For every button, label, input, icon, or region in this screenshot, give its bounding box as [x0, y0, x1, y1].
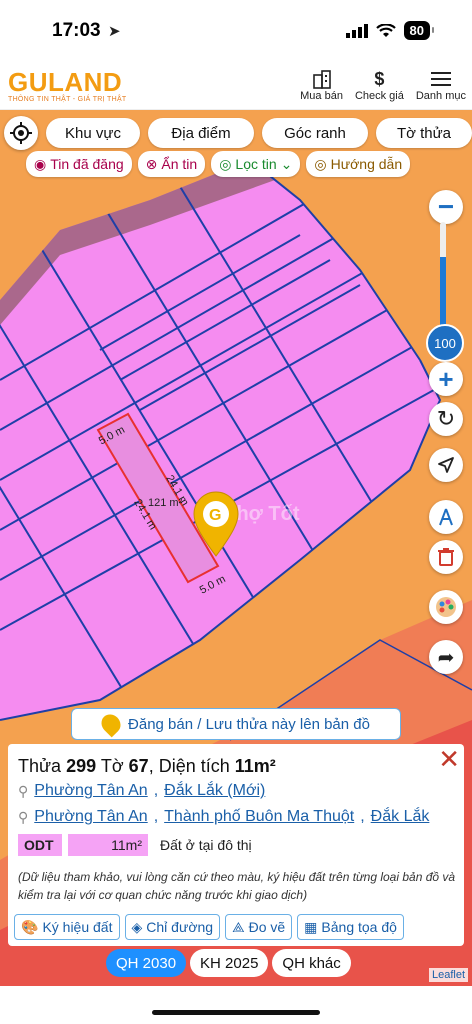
address-line-new: ⚲ Phường Tân An, Đắk Lắk (Mới) — [18, 782, 266, 800]
address-ward-link[interactable]: Phường Tân An — [34, 808, 147, 826]
refresh-button[interactable]: ↻ — [429, 402, 463, 436]
status-time: 17:03 — [52, 20, 101, 41]
chi-duong-button[interactable]: ◈ Chỉ đường — [124, 914, 221, 940]
guide-icon: ◎ — [314, 155, 327, 172]
delete-button[interactable] — [429, 540, 463, 574]
panel-actions: 🎨 Ký hiệu đất ◈ Chỉ đường ⟁ Đo vẽ ▦ Bảng tọa… — [14, 914, 404, 940]
menu-icon — [430, 68, 451, 90]
zoom-slider[interactable] — [440, 222, 446, 338]
do-ve-button[interactable]: ⟁ Đo vẽ — [225, 914, 293, 940]
share-arrow-icon: ➦ — [437, 646, 455, 669]
dollar-icon: $ — [374, 68, 385, 89]
zoom-out-button[interactable]: − — [429, 190, 463, 224]
compass-draw-icon — [439, 508, 453, 526]
guland-logo[interactable]: GULAND THÔNG TIN THẬT - GIÁ TRỊ THẬT — [8, 67, 127, 103]
pin-icon: ◎ — [219, 155, 232, 172]
nav-check-gia[interactable]: $ Check giá — [354, 68, 404, 103]
parcel-title: Thửa 299 Tờ 67, Diện tích 11m² — [18, 756, 276, 776]
navigate-button[interactable] — [429, 448, 463, 482]
directions-icon: ◈ — [131, 918, 143, 935]
land-use-area: 11m² — [68, 834, 148, 856]
filter-row: Khu vực Địa điểm Góc ranh Tờ thửa — [4, 116, 472, 150]
tab-qh-khac[interactable]: QH khác — [272, 949, 351, 977]
filter-goc-ranh[interactable]: Góc ranh — [262, 118, 368, 148]
guland-pin-icon — [97, 710, 125, 738]
map-pin-icon: ⚲ — [18, 782, 29, 799]
address-ward-link[interactable]: Phường Tân An — [34, 782, 147, 800]
filter-to-thua[interactable]: Tờ thửa — [376, 118, 472, 148]
disclaimer-note: (Dữ liệu tham khảo, vui lòng căn cứ theo… — [18, 870, 456, 902]
share-button[interactable]: ➦ — [429, 640, 463, 674]
locate-me-button[interactable] — [4, 116, 38, 150]
nav-danh-muc[interactable]: Danh mục — [416, 68, 466, 102]
palette-icon: 🎨 — [21, 918, 39, 935]
home-indicator[interactable] — [152, 1010, 320, 1015]
land-use-row: ODT 11m² Đất ở tại đô thị — [18, 834, 252, 856]
palette-icon — [436, 597, 456, 617]
chip-label: Lọc tin — [235, 156, 277, 172]
status-icons: 80 — [345, 21, 435, 40]
chip-tin-da-dang[interactable]: ◉ Tin đã đăng — [26, 151, 132, 177]
battery-indicator: 80 — [403, 21, 435, 40]
chip-label: Ẩn tin — [161, 156, 198, 172]
app-header: GULAND THÔNG TIN THẬT - GIÁ TRỊ THẬT Mua… — [0, 62, 472, 110]
ky-hieu-dat-button[interactable]: 🎨 Ký hiệu đất — [14, 914, 120, 940]
nav-label: Mua bán — [300, 90, 343, 102]
banner-label: Đăng bán / Lưu thửa này lên bản đồ — [128, 715, 370, 733]
table-icon: ▦ — [304, 918, 318, 935]
bottom-safe-area — [0, 986, 472, 1024]
crosshair-icon — [10, 122, 32, 144]
trash-icon — [438, 548, 454, 566]
palette-icon: ◉ — [34, 155, 47, 172]
svg-text:G: G — [209, 507, 221, 524]
filter-dia-diem[interactable]: Địa điểm — [148, 118, 254, 148]
chip-huong-dan[interactable]: ◎ Hướng dẫn — [306, 151, 411, 177]
navigation-arrow-icon — [438, 457, 454, 473]
logo-tagline: THÔNG TIN THẬT - GIÁ TRỊ THẬT — [8, 96, 127, 103]
save-parcel-banner[interactable]: Đăng bán / Lưu thửa này lên bản đồ — [71, 708, 401, 740]
leaflet-attribution[interactable]: Leaflet — [428, 968, 468, 982]
tab-qh-2030[interactable]: QH 2030 — [106, 949, 187, 977]
close-icon[interactable]: ✕ — [438, 746, 460, 772]
layer-style-button[interactable] — [429, 590, 463, 624]
status-bar: 17:03 ➤ 80 — [0, 0, 472, 62]
header-nav: Mua bán $ Check giá Danh mục — [300, 68, 466, 103]
area-label: 121 m² — [148, 497, 183, 509]
chip-label: Hướng dẫn — [330, 156, 403, 172]
chip-loc-tin[interactable]: ◎ Lọc tin ⌄ — [211, 151, 301, 177]
building-icon — [311, 68, 333, 90]
parcel-info-panel: Thửa 299 Tờ 67, Diện tích 11m² ✕ ⚲ Phườn… — [8, 744, 464, 946]
signal-icon — [345, 23, 368, 38]
bang-toa-do-button[interactable]: ▦ Bảng tọa độ — [297, 914, 404, 940]
zoom-level-indicator[interactable]: 100 — [426, 324, 464, 362]
chevron-down-icon: ⌄ — [280, 155, 293, 172]
address-city-link[interactable]: Thành phố Buôn Ma Thuột — [164, 808, 354, 826]
land-use-code: ODT — [18, 834, 62, 856]
chip-label: Tin đã đăng — [50, 156, 124, 172]
address-province-link[interactable]: Đắk Lắk — [371, 808, 430, 826]
filter-khu-vuc[interactable]: Khu vực — [46, 118, 140, 148]
nav-label: Check giá — [354, 90, 404, 102]
measure-button[interactable] — [429, 500, 463, 534]
land-use-desc: Đất ở tại đô thị — [160, 837, 252, 853]
planning-tabs: QH 2030 KH 2025 QH khác — [106, 949, 351, 977]
address-line-old: ⚲ Phường Tân An, Thành phố Buôn Ma Thuột… — [18, 808, 430, 826]
zoom-in-button[interactable]: + — [429, 362, 463, 396]
chip-an-tin[interactable]: ⊗ Ẩn tin — [137, 151, 206, 177]
wifi-icon — [375, 23, 396, 37]
refresh-icon: ↻ — [436, 406, 456, 431]
tab-kh-2025[interactable]: KH 2025 — [190, 949, 269, 977]
close-circle-icon: ⊗ — [145, 155, 158, 172]
chip-row: ◉ Tin đã đăng ⊗ Ẩn tin ◎ Lọc tin ⌄ ◎ Hướng dẫ… — [26, 151, 411, 177]
location-arrow-icon: ➤ — [108, 23, 121, 40]
nav-label: Danh mục — [415, 90, 466, 102]
logo-text: GULAND — [8, 67, 123, 97]
nav-mua-ban[interactable]: Mua bán — [300, 68, 343, 102]
address-province-link[interactable]: Đắk Lắk (Mới) — [164, 782, 265, 800]
compass-draw-icon: ⟁ — [232, 918, 245, 935]
map-pin-icon: ⚲ — [18, 808, 29, 825]
